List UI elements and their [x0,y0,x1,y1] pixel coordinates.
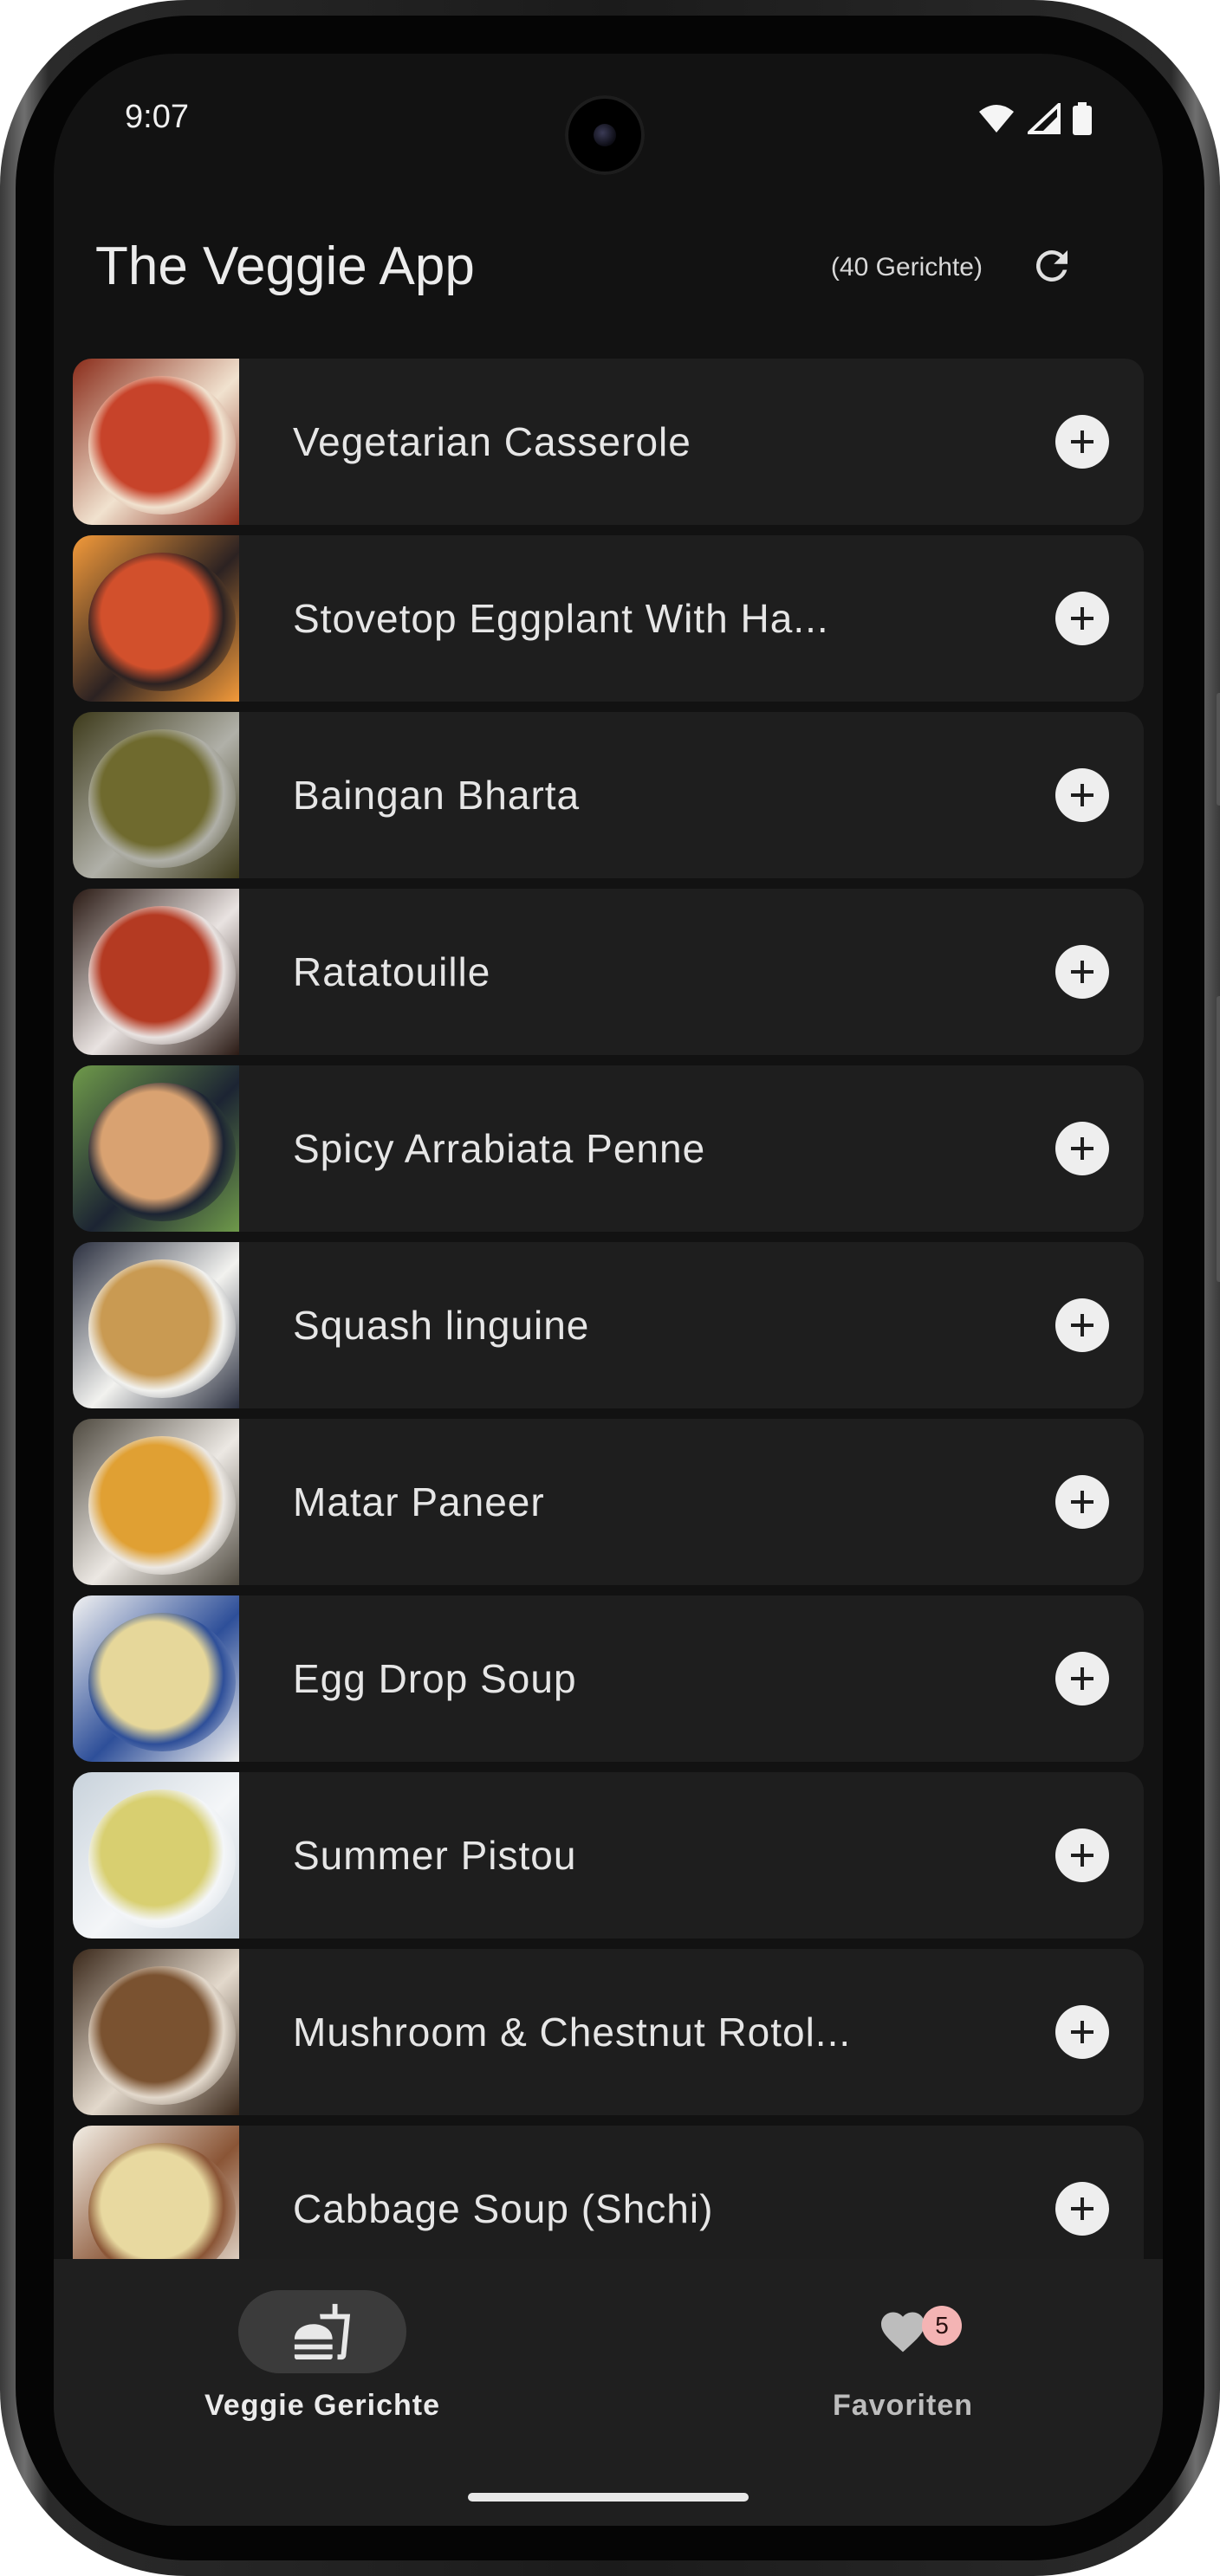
plus-circle-icon [1071,1844,1093,1867]
add-favorite-button[interactable] [1055,2005,1109,2059]
status-icons [977,102,1092,135]
bottom-navigation: Veggie Gerichte 5 Favoriten [54,2259,1163,2526]
dish-name: Squash linguine [293,1303,590,1348]
nav-label-favoriten: Favoriten [832,2389,974,2422]
nav-pill [819,2290,987,2373]
add-favorite-button[interactable] [1055,1652,1109,1705]
dish-thumbnail [73,712,239,878]
screen: 9:07 The Veggie App (40 Gerichte) Vegeta… [54,54,1163,2526]
plus-circle-icon [1071,1314,1093,1337]
add-favorite-button[interactable] [1055,1298,1109,1352]
dish-count: (40 Gerichte) [830,253,983,282]
dish-thumbnail [73,1949,239,2115]
plus-circle-icon [1071,2197,1093,2220]
dish-name: Summer Pistou [293,1833,577,1878]
dish-list-item[interactable]: Mushroom & Chestnut Rotol... [73,1949,1144,2115]
dish-thumbnail [73,889,239,1055]
dish-name: Matar Paneer [293,1479,545,1524]
dish-list-item[interactable]: Egg Drop Soup [73,1595,1144,1762]
dish-thumbnail [73,1772,239,1938]
heart-icon [881,2312,925,2353]
battery-icon [1073,102,1092,135]
volume-up-button [1217,693,1220,806]
app-title: The Veggie App [95,236,475,296]
dish-name: Ratatouille [293,949,491,994]
dish-list-item[interactable]: Baingan Bharta [73,712,1144,878]
plus-circle-icon [1071,784,1093,806]
power-button [1217,996,1220,1282]
plus-circle-icon [1071,1667,1093,1690]
dish-name: Mushroom & Chestnut Rotol... [293,2010,852,2055]
dish-thumbnail [73,1595,239,1762]
home-indicator [468,2493,749,2502]
plus-circle-icon [1071,961,1093,983]
add-favorite-button[interactable] [1055,1122,1109,1175]
burger-drink-icon [294,2303,351,2360]
dish-list-item[interactable]: Cabbage Soup (Shchi) [73,2126,1144,2259]
dish-list-item[interactable]: Stovetop Eggplant With Ha... [73,535,1144,702]
dish-name: Stovetop Eggplant With Ha... [293,596,829,641]
add-favorite-button[interactable] [1055,945,1109,999]
refresh-icon [1035,249,1068,282]
add-favorite-button[interactable] [1055,1475,1109,1529]
signal-icon [1028,103,1061,134]
dish-name: Egg Drop Soup [293,1656,577,1701]
add-favorite-button[interactable] [1055,2182,1109,2236]
dish-name: Baingan Bharta [293,773,581,818]
dish-thumbnail [73,1065,239,1232]
status-time: 9:07 [125,99,189,135]
plus-circle-icon [1071,607,1093,630]
dish-list-item[interactable]: Summer Pistou [73,1772,1144,1938]
front-camera [565,95,645,175]
wifi-icon [979,105,1014,133]
plus-circle-icon [1071,2021,1093,2043]
add-favorite-button[interactable] [1055,1828,1109,1882]
nav-label-veggie-gerichte: Veggie Gerichte [204,2389,440,2422]
dish-list-item[interactable]: Ratatouille [73,889,1144,1055]
dish-name: Cabbage Soup (Shchi) [293,2186,714,2231]
plus-circle-icon [1071,430,1093,453]
dish-name: Spicy Arrabiata Penne [293,1126,706,1171]
dish-list-item[interactable]: Spicy Arrabiata Penne [73,1065,1144,1232]
dish-thumbnail [73,1242,239,1408]
dish-name: Vegetarian Casserole [293,419,691,464]
refresh-button[interactable] [1026,240,1078,292]
plus-circle-icon [1071,1137,1093,1160]
dish-list[interactable]: Vegetarian Casserole Stovetop Eggplant Wi… [73,359,1144,2259]
nav-veggie-gerichte[interactable]: Veggie Gerichte [149,2290,496,2423]
add-favorite-button[interactable] [1055,415,1109,469]
dish-thumbnail [73,2126,239,2259]
plus-circle-icon [1071,1491,1093,1513]
dish-thumbnail [73,359,239,525]
add-favorite-button[interactable] [1055,768,1109,822]
nav-favoriten[interactable]: 5 Favoriten [730,2290,1076,2423]
dish-list-item[interactable]: Matar Paneer [73,1419,1144,1585]
favorites-badge: 5 [922,2306,962,2346]
add-favorite-button[interactable] [1055,592,1109,645]
nav-pill-active [238,2290,406,2373]
dish-thumbnail [73,1419,239,1585]
dish-list-item[interactable]: Squash linguine [73,1242,1144,1408]
dish-list-item[interactable]: Vegetarian Casserole [73,359,1144,525]
dish-thumbnail [73,535,239,702]
